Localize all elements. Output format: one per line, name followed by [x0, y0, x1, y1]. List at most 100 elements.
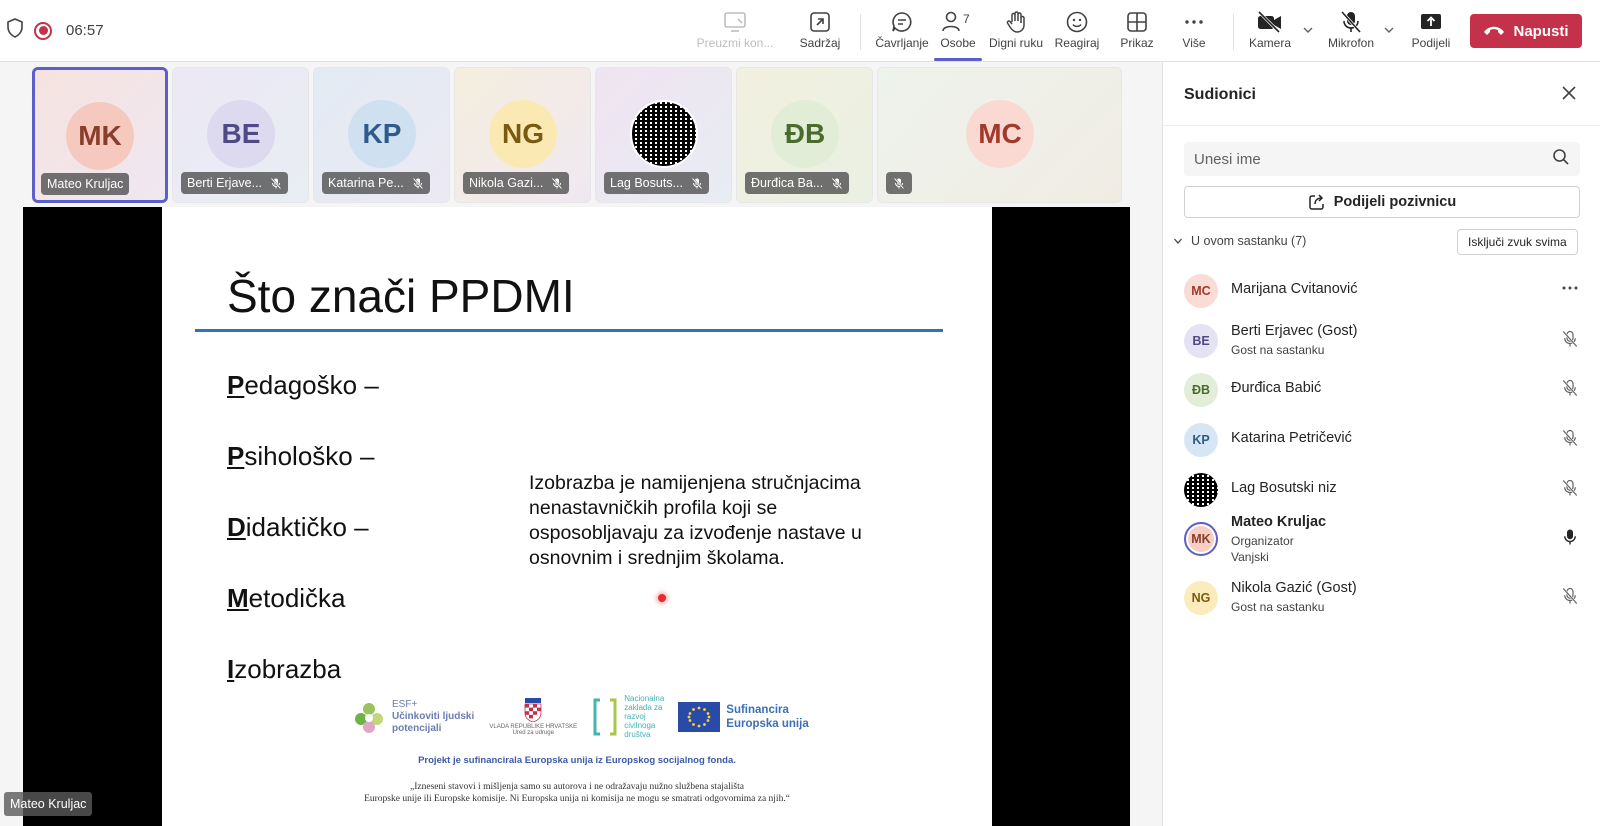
participant-name: Berti Erjave...: [181, 172, 289, 194]
participant-name-text: Berti Erjave...: [187, 176, 263, 190]
avatar: NG: [1184, 581, 1218, 615]
participant-role: Organizator: [1231, 534, 1294, 548]
section-label: U ovom sastanku (7): [1191, 234, 1307, 248]
acronym-rest: etodička: [248, 583, 346, 613]
nz-logo-line: razvoj: [624, 712, 646, 721]
mic-off-icon: [412, 177, 423, 189]
microphone-button[interactable]: Mikrofon: [1322, 8, 1380, 56]
toolbar-divider: [1233, 14, 1234, 50]
content-button[interactable]: Sadržaj: [790, 8, 850, 56]
react-button[interactable]: Reagiraj: [1052, 8, 1102, 56]
participant-row[interactable]: Lag Bosutski niz: [1163, 466, 1600, 512]
raise-hand-label: Digni ruku: [988, 36, 1044, 50]
avatar: ĐB: [771, 100, 839, 168]
mic-on-icon: [1561, 528, 1579, 551]
chevron-down-icon: [1174, 238, 1182, 244]
disclaimer-line: Europske unije ili Europske komisije. Ni…: [364, 794, 790, 804]
more-button[interactable]: Više: [1170, 8, 1218, 56]
people-button[interactable]: 7 Osobe: [934, 8, 982, 61]
participant-name: Nikola Gazić (Gost): [1231, 580, 1357, 596]
participant-name: Nikola Gazi...: [463, 172, 570, 194]
camera-options-chevron-icon[interactable]: [1302, 24, 1314, 39]
chat-button[interactable]: Čavrljanje: [870, 8, 934, 56]
participant-row[interactable]: MK Mateo Kruljac Organizator Vanjski: [1163, 508, 1600, 570]
camera-button[interactable]: Kamera: [1242, 8, 1298, 56]
search-input[interactable]: [1194, 150, 1552, 168]
meeting-timer: 06:57: [66, 22, 104, 39]
mic-off-icon: [1561, 429, 1579, 452]
slide-title-rule: [195, 329, 943, 332]
eu-flag-icon: [678, 701, 721, 732]
mic-options-chevron-icon[interactable]: [1383, 24, 1395, 39]
participant-name: Lag Bosuts...: [604, 172, 709, 194]
mute-all-button[interactable]: Isključi zvuk svima: [1457, 229, 1578, 255]
download-content-button[interactable]: Preuzmi kon...: [696, 8, 774, 56]
leave-label: Napusti: [1513, 22, 1569, 40]
microphone-label: Mikrofon: [1327, 36, 1374, 50]
more-icon: [1562, 286, 1578, 290]
participant-row[interactable]: KP Katarina Petričević: [1163, 416, 1600, 462]
acronym-letter: M: [227, 583, 249, 613]
participant-row[interactable]: ĐB Đurđica Babić: [1163, 366, 1600, 412]
chat-icon: [890, 8, 914, 36]
raise-hand-button[interactable]: Digni ruku: [988, 8, 1044, 56]
esf-logo: ESF+ Učinkoviti ljudski potencijali: [352, 699, 474, 735]
participant-role: Gost na sastanku: [1231, 600, 1325, 614]
acronym-item: Pedagoško –: [227, 370, 379, 401]
more-icon: [1182, 8, 1206, 36]
acronym-rest: idaktičko –: [245, 512, 369, 542]
panel-title: Sudionici: [1184, 86, 1256, 103]
share-invite-icon: [1309, 194, 1324, 210]
avatar: MC: [1184, 274, 1218, 308]
close-panel-button[interactable]: [1560, 84, 1578, 107]
nz-logo-line: društva: [624, 730, 651, 739]
participant-tile-lb[interactable]: Lag Bosuts...: [595, 67, 732, 203]
eu-logo-line: Europska unija: [726, 717, 809, 730]
mic-off-icon: [552, 177, 563, 189]
leave-button[interactable]: Napusti: [1470, 14, 1582, 48]
participant-row[interactable]: BE Berti Erjavec (Gost) Gost na sastanku: [1163, 317, 1600, 363]
participant-name: Đurđica Ba...: [745, 172, 850, 194]
camera-off-icon: [1256, 8, 1284, 36]
grid-view-icon: [1125, 8, 1149, 36]
participant-tile-ng[interactable]: NG Nikola Gazi...: [454, 67, 591, 203]
hang-up-icon: [1483, 23, 1505, 40]
participant-name: [886, 172, 912, 194]
more-options-button[interactable]: [1561, 279, 1579, 302]
presentation-slide: Što znači PPDMI Pedagoško – Psihološko –…: [162, 207, 992, 826]
view-button[interactable]: Prikaz: [1112, 8, 1162, 56]
search-icon[interactable]: [1552, 148, 1570, 171]
mic-off-icon: [893, 177, 905, 189]
toolbar-divider: [860, 14, 861, 50]
mic-off-icon: [1339, 8, 1363, 36]
presenter-name-tag: Mateo Kruljac: [4, 792, 93, 816]
acronym-letter: P: [227, 370, 245, 400]
nz-logo-line: zaklada za: [624, 703, 663, 712]
share-invite-button[interactable]: Podijeli pozivnicu: [1184, 186, 1580, 218]
mic-off-icon: [1561, 479, 1579, 502]
participant-tile-mc[interactable]: MC: [877, 67, 1122, 203]
avatar: NG: [489, 100, 557, 168]
participant-name-text: Nikola Gazi...: [469, 176, 544, 190]
in-meeting-section-toggle[interactable]: U ovom sastanku (7): [1173, 234, 1306, 248]
screen-icon: [722, 8, 748, 36]
esf-logo-line: Učinkoviti ljudski: [392, 710, 475, 722]
mic-off-icon: [691, 177, 703, 189]
coat-of-arms-icon: [524, 697, 542, 722]
download-content-label: Preuzmi kon...: [696, 36, 774, 50]
hand-icon: [1004, 8, 1028, 36]
participant-name: Đurđica Babić: [1231, 380, 1322, 396]
participant-tile-mk[interactable]: MK Mateo Kruljac: [32, 67, 168, 203]
esf-logo-line: ESF+: [392, 698, 418, 710]
participant-tile-db[interactable]: ĐB Đurđica Ba...: [736, 67, 873, 203]
bracket-icon: [593, 698, 617, 735]
participant-tile-be[interactable]: BE Berti Erjave...: [172, 67, 309, 203]
croatian-government-logo: VLADA REPUBLIKE HRVATSKE Ured za udruge: [488, 697, 578, 736]
participant-tile-kp[interactable]: KP Katarina Pe...: [313, 67, 450, 203]
share-button[interactable]: Podijeli: [1406, 8, 1456, 56]
laser-pointer: [658, 594, 666, 602]
share-label: Podijeli: [1411, 36, 1451, 50]
participant-row[interactable]: MC Marijana Cvitanović: [1163, 267, 1600, 313]
participant-row[interactable]: NG Nikola Gazić (Gost) Gost na sastanku: [1163, 574, 1600, 620]
panel-divider: [1163, 125, 1600, 126]
